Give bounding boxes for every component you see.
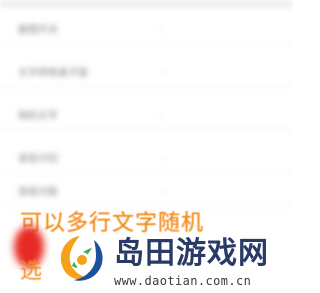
chevron-right-icon: › xyxy=(160,65,165,78)
menu-item-label: 随机文字 xyxy=(18,111,58,122)
top-bar xyxy=(0,0,293,8)
chevron-right-icon: › xyxy=(160,22,165,35)
menu-item[interactable]: 随机文字 › xyxy=(0,100,293,130)
overlay-caption-continued: 选 xyxy=(20,259,43,284)
menu-item[interactable]: 语音识别 › xyxy=(0,143,293,173)
chevron-right-icon: › xyxy=(160,184,165,197)
chevron-right-icon: › xyxy=(160,151,165,164)
menu-item-label: 截图开关 xyxy=(18,25,58,36)
site-watermark: 岛田游戏网 www.daotian.com.cn xyxy=(50,226,293,293)
chevron-right-icon: › xyxy=(160,108,165,121)
watermark-title: 岛田游戏网 xyxy=(114,236,269,271)
screen: 截图开关 › 文字转换悬浮窗 › 随机文字 › 语音识别 › 高级功能 › 可以… xyxy=(0,0,293,293)
menu-item-label: 文字转换悬浮窗 xyxy=(18,68,88,79)
menu-item-label: 语音识别 xyxy=(18,154,58,165)
menu-item[interactable]: 高级功能 › xyxy=(0,176,293,206)
watermark-url: www.daotian.com.cn xyxy=(114,274,252,288)
daotian-logo-icon xyxy=(58,236,103,281)
menu-item-label: 高级功能 xyxy=(18,187,58,198)
menu-item[interactable]: 截图开关 › xyxy=(0,14,293,44)
menu-item[interactable]: 文字转换悬浮窗 › xyxy=(0,57,293,87)
